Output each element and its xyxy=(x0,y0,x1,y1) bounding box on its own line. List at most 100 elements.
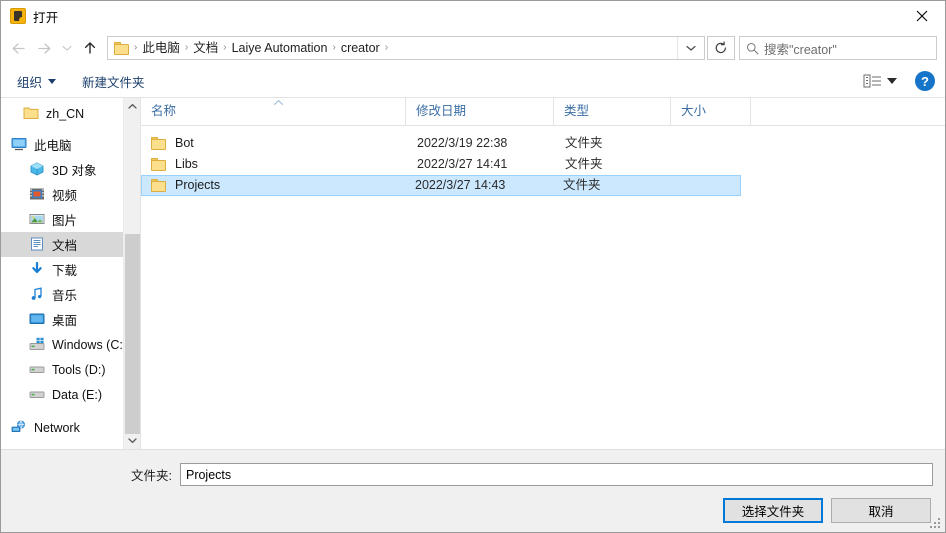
breadcrumb-separator: › xyxy=(332,42,336,53)
dialog-footer: 文件夹: 选择文件夹 取消 xyxy=(1,449,945,532)
sidebar-item-3d-objects[interactable]: 3D 对象 xyxy=(1,157,140,182)
sidebar-item-windows-c[interactable]: Windows (C:) xyxy=(1,332,140,357)
sidebar-item-label: Network xyxy=(34,420,80,435)
file-date: 2022/3/19 22:38 xyxy=(417,136,508,150)
column-header-type[interactable]: 类型 xyxy=(554,98,671,125)
file-date: 2022/3/27 14:43 xyxy=(415,178,506,192)
search-icon xyxy=(740,42,764,55)
downloads-icon xyxy=(29,261,45,278)
sidebar-item-label: 此电脑 xyxy=(34,139,72,153)
sidebar-item-label: 桌面 xyxy=(52,314,78,328)
close-icon xyxy=(916,10,928,22)
folder-icon xyxy=(23,106,39,122)
scroll-up-button[interactable] xyxy=(124,98,140,115)
sidebar-item-zh-cn[interactable]: zh_CN xyxy=(1,101,140,126)
sidebar-item-tools-d[interactable]: Tools (D:) xyxy=(1,357,140,382)
recent-locations-button[interactable] xyxy=(57,35,77,61)
command-toolbar: 组织 新建文件夹 ? xyxy=(1,65,945,98)
help-button[interactable]: ? xyxy=(915,71,935,91)
system-drive-icon xyxy=(29,337,45,353)
folder-icon xyxy=(114,41,130,55)
sidebar-item-downloads[interactable]: 下载 xyxy=(1,257,140,282)
chevron-down-icon xyxy=(62,45,72,51)
table-row[interactable]: Bot 2022/3/19 22:38 文件夹 xyxy=(141,133,945,154)
column-header-size[interactable]: 大小 xyxy=(671,98,751,125)
file-type: 文件夹 xyxy=(565,157,603,171)
table-row[interactable]: Projects 2022/3/27 14:43 文件夹 xyxy=(141,175,741,196)
window-title: 打开 xyxy=(33,10,59,25)
sort-ascending-icon xyxy=(273,99,284,108)
forward-button[interactable] xyxy=(31,35,57,61)
file-name: Libs xyxy=(175,157,198,171)
sidebar-item-pictures[interactable]: 图片 xyxy=(1,207,140,232)
new-folder-button[interactable]: 新建文件夹 xyxy=(82,72,145,91)
drive-icon xyxy=(29,387,45,403)
file-type: 文件夹 xyxy=(565,136,603,150)
sidebar-item-network[interactable]: Network xyxy=(1,415,140,440)
address-bar[interactable]: › 此电脑 › 文档 › Laiye Automation › creator … xyxy=(107,36,705,60)
sidebar-item-label: Tools (D:) xyxy=(52,362,106,377)
desktop-icon xyxy=(29,312,45,328)
resize-grip[interactable] xyxy=(930,518,942,530)
drive-icon xyxy=(29,362,45,378)
breadcrumb-item-creator[interactable]: creator xyxy=(338,37,383,59)
organize-button[interactable]: 组织 xyxy=(17,72,57,91)
chevron-down-icon xyxy=(128,438,137,444)
folder-icon xyxy=(151,179,167,192)
help-label: ? xyxy=(921,73,929,89)
sidebar-item-label: 3D 对象 xyxy=(52,164,97,178)
navigation-sidebar: zh_CN 此电脑 3D 对象 视频 图片 文档 下载 音乐 桌面 Window… xyxy=(1,98,140,449)
laiye-app-icon xyxy=(10,8,26,24)
folder-icon xyxy=(151,158,167,171)
file-name: Bot xyxy=(175,136,194,150)
chevron-down-icon xyxy=(686,45,696,51)
sidebar-scrollbar[interactable] xyxy=(123,98,140,449)
sidebar-item-this-pc[interactable]: 此电脑 xyxy=(1,132,140,157)
sidebar-item-desktop[interactable]: 桌面 xyxy=(1,307,140,332)
select-folder-button[interactable]: 选择文件夹 xyxy=(723,498,823,523)
documents-icon xyxy=(29,237,45,253)
view-mode-chevron-down-icon[interactable] xyxy=(887,78,897,84)
close-button[interactable] xyxy=(899,1,945,31)
breadcrumb-item-this-pc[interactable]: 此电脑 xyxy=(139,37,183,59)
open-folder-dialog: 打开 › 此电脑 › 文档 › Laiye Automation › creat… xyxy=(0,0,946,533)
breadcrumb-item-laiye-automation[interactable]: Laiye Automation xyxy=(229,37,331,59)
sidebar-scrollbar-thumb[interactable] xyxy=(125,234,140,434)
sidebar-item-label: zh_CN xyxy=(46,106,85,121)
breadcrumb-separator: › xyxy=(134,42,138,53)
address-dropdown-button[interactable] xyxy=(677,37,704,59)
breadcrumb-item-documents[interactable]: 文档 xyxy=(190,37,221,59)
sidebar-item-data-e[interactable]: Data (E:) xyxy=(1,382,140,407)
3d-objects-icon xyxy=(29,161,45,178)
dialog-body: zh_CN 此电脑 3D 对象 视频 图片 文档 下载 音乐 桌面 Window… xyxy=(1,98,945,449)
folder-icon xyxy=(151,137,167,150)
cancel-button[interactable]: 取消 xyxy=(831,498,931,523)
title-bar: 打开 xyxy=(1,1,945,31)
videos-icon xyxy=(29,187,45,203)
column-header-date-modified[interactable]: 修改日期 xyxy=(406,98,554,125)
arrow-right-icon xyxy=(37,42,50,54)
search-input[interactable]: 搜索"creator" xyxy=(764,39,837,58)
sidebar-item-documents[interactable]: 文档 xyxy=(1,232,140,257)
folder-field-label: 文件夹: xyxy=(131,469,172,483)
breadcrumb-separator: › xyxy=(384,42,389,53)
column-header-row: 名称 修改日期 类型 大小 xyxy=(141,98,945,126)
file-name-cell: Projects xyxy=(142,176,405,195)
sidebar-item-label: 音乐 xyxy=(52,289,78,303)
refresh-button[interactable] xyxy=(707,36,735,60)
search-box[interactable]: 搜索"creator" xyxy=(739,36,937,60)
sidebar-item-label: 图片 xyxy=(52,214,78,228)
view-mode-button[interactable] xyxy=(863,73,883,89)
back-button[interactable] xyxy=(5,35,31,61)
folder-name-row: 文件夹: xyxy=(1,450,945,486)
up-button[interactable] xyxy=(77,35,103,61)
table-row[interactable]: Libs 2022/3/27 14:41 文件夹 xyxy=(141,154,945,175)
folder-name-input[interactable] xyxy=(179,463,933,486)
scroll-down-button[interactable] xyxy=(124,432,140,449)
sidebar-item-music[interactable]: 音乐 xyxy=(1,282,140,307)
view-list-icon xyxy=(863,74,881,88)
organize-label: 组织 xyxy=(17,75,43,90)
file-date: 2022/3/27 14:41 xyxy=(417,157,508,171)
pictures-icon xyxy=(29,212,45,228)
sidebar-item-videos[interactable]: 视频 xyxy=(1,182,140,207)
